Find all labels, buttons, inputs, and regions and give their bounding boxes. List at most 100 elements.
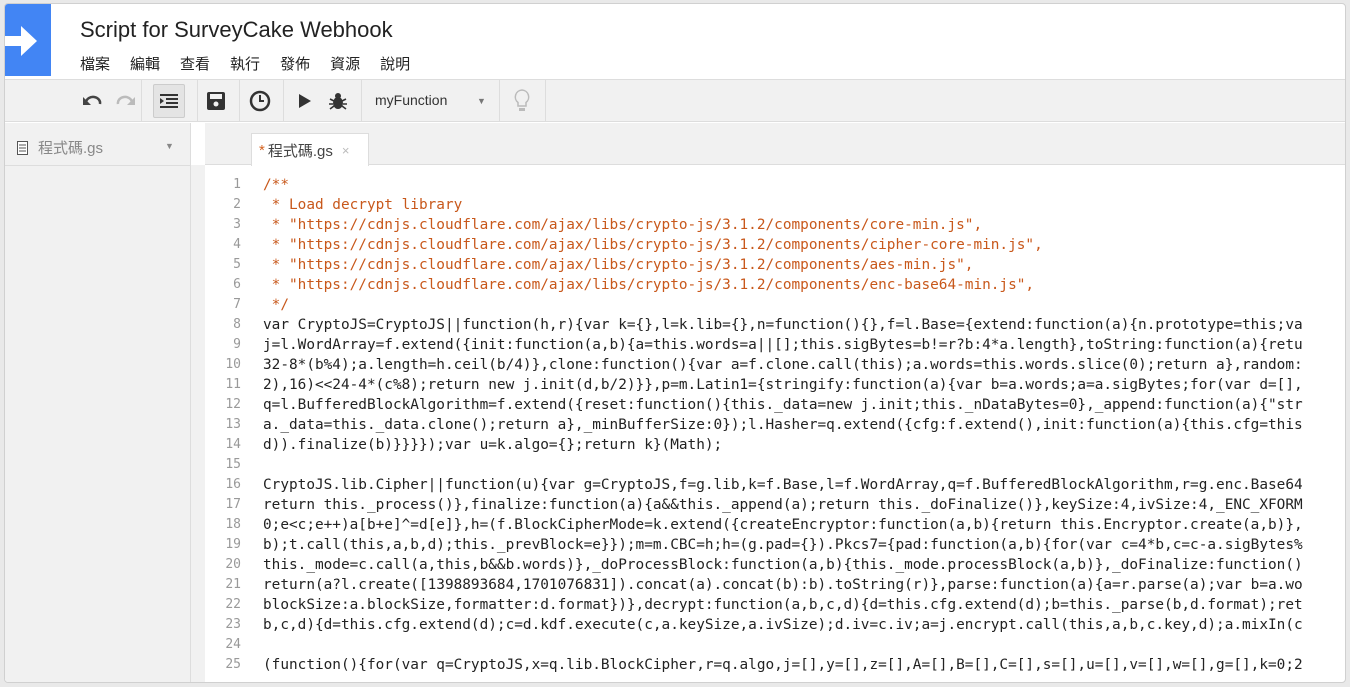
code-line[interactable]: 22 blockSize:a.blockSize,formatter:d.form… — [205, 595, 1345, 615]
code-line[interactable]: 7 */ — [205, 295, 1345, 315]
code-line[interactable]: 17 return this._process()},finalize:funct… — [205, 495, 1345, 515]
menu-file[interactable]: 檔案 — [80, 53, 110, 74]
line-number: 2 — [233, 197, 241, 212]
line-number: 9 — [233, 337, 241, 352]
code-text: * "https://cdnjs.cloudflare.com/ajax/lib… — [263, 277, 1035, 293]
line-number: 19 — [225, 537, 241, 552]
indent-icon[interactable] — [153, 84, 185, 118]
code-text: return(a?l.create([1398893684,1701076831… — [263, 577, 1303, 593]
line-number: 12 — [225, 397, 241, 412]
code-text: 0;e<c;e++)a[b+e]^=d[e]},h=(f.BlockCipher… — [263, 517, 1303, 533]
line-number: 22 — [225, 597, 241, 612]
menu-run[interactable]: 執行 — [230, 53, 260, 74]
document-icon — [17, 140, 28, 155]
code-text: CryptoJS.lib.Cipher||function(u){var g=C… — [263, 477, 1303, 493]
code-line[interactable]: 2 * Load decrypt library — [205, 195, 1345, 215]
redo-icon[interactable] — [111, 80, 139, 122]
line-number: 23 — [225, 617, 241, 632]
code-text: b);t.call(this,a,b,d);this._prevBlock=e}… — [263, 537, 1303, 553]
close-icon[interactable]: × — [342, 143, 350, 158]
editor-window: Script for SurveyCake Webhook 檔案 編輯 查看 執… — [4, 3, 1346, 683]
line-number: 5 — [233, 257, 241, 272]
code-line[interactable]: 24 — [205, 635, 1345, 655]
code-text: var CryptoJS=CryptoJS||function(h,r){var… — [263, 317, 1303, 333]
menu-publish[interactable]: 發佈 — [280, 53, 310, 74]
line-number: 14 — [225, 437, 241, 452]
code-text: 32-8*(b%4);a.length=h.ceil(b/4)},clone:f… — [263, 357, 1303, 373]
code-line[interactable]: 10 32-8*(b%4);a.length=h.ceil(b/4)},clone… — [205, 355, 1345, 375]
code-line[interactable]: 14 d)).finalize(b)}}}});var u=k.algo={};r… — [205, 435, 1345, 455]
code-text: a._data=this._data.clone();return a},_mi… — [263, 417, 1303, 433]
code-line[interactable]: 11 2),16)<<24-4*(c%8);return new j.init(d… — [205, 375, 1345, 395]
line-number: 24 — [225, 637, 241, 652]
chevron-down-icon[interactable]: ▼ — [477, 96, 486, 106]
lightbulb-icon[interactable] — [507, 80, 537, 122]
unsaved-marker: * — [259, 141, 265, 159]
code-line[interactable]: 20 this._mode=c.call(a,this,b&&b.words)},… — [205, 555, 1345, 575]
line-number: 15 — [225, 457, 241, 472]
project-title[interactable]: Script for SurveyCake Webhook — [80, 17, 393, 43]
sidebar-file-item[interactable]: 程式碼.gs — [17, 137, 103, 158]
line-number: 16 — [225, 477, 241, 492]
undo-icon[interactable] — [79, 80, 107, 122]
code-line[interactable]: 4 * "https://cdnjs.cloudflare.com/ajax/l… — [205, 235, 1345, 255]
code-text: * "https://cdnjs.cloudflare.com/ajax/lib… — [263, 257, 974, 273]
code-text: j=l.WordArray=f.extend({init:function(a,… — [263, 337, 1303, 353]
code-line[interactable]: 25 (function(){for(var q=CryptoJS,x=q.lib… — [205, 655, 1345, 675]
code-line[interactable]: 3 * "https://cdnjs.cloudflare.com/ajax/l… — [205, 215, 1345, 235]
code-line[interactable]: 6 * "https://cdnjs.cloudflare.com/ajax/l… — [205, 275, 1345, 295]
code-text: * "https://cdnjs.cloudflare.com/ajax/lib… — [263, 217, 983, 233]
menu-view[interactable]: 查看 — [180, 53, 210, 74]
code-text: b,c,d){d=this.cfg.extend(d);c=d.kdf.exec… — [263, 617, 1303, 633]
code-line[interactable]: 21 return(a?l.create([1398893684,17010768… — [205, 575, 1345, 595]
line-number: 11 — [225, 377, 241, 392]
debug-icon[interactable] — [325, 80, 351, 122]
code-line[interactable]: 12 q=l.BufferedBlockAlgorithm=f.extend({r… — [205, 395, 1345, 415]
code-text: (function(){for(var q=CryptoJS,x=q.lib.B… — [263, 657, 1303, 673]
file-sidebar: 程式碼.gs ▼ — [5, 123, 191, 682]
code-text: * "https://cdnjs.cloudflare.com/ajax/lib… — [263, 237, 1043, 253]
code-line[interactable]: 5 * "https://cdnjs.cloudflare.com/ajax/l… — [205, 255, 1345, 275]
toolbar: myFunction ▼ — [5, 79, 1345, 122]
code-line[interactable]: 13 a._data=this._data.clone();return a},_… — [205, 415, 1345, 435]
code-line[interactable]: 8 var CryptoJS=CryptoJS||function(h,r){va… — [205, 315, 1345, 335]
code-line[interactable]: 18 0;e<c;e++)a[b+e]^=d[e]},h=(f.BlockCiph… — [205, 515, 1345, 535]
code-text: this._mode=c.call(a,this,b&&b.words)},_d… — [263, 557, 1303, 573]
code-text: * Load decrypt library — [263, 197, 463, 213]
menu-bar: 檔案 編輯 查看 執行 發佈 資源 說明 — [80, 53, 410, 74]
line-number: 20 — [225, 557, 241, 572]
menu-edit[interactable]: 編輯 — [130, 53, 160, 74]
code-line[interactable]: 15 — [205, 455, 1345, 475]
function-select[interactable]: myFunction — [375, 92, 447, 108]
line-number: 4 — [233, 237, 241, 252]
save-icon[interactable] — [201, 80, 231, 122]
tab-bar: * 程式碼.gs × — [205, 123, 1345, 166]
file-menu-chevron-icon[interactable]: ▼ — [165, 141, 174, 151]
code-text: blockSize:a.blockSize,formatter:d.format… — [263, 597, 1303, 613]
line-number: 7 — [233, 297, 241, 312]
menu-resources[interactable]: 資源 — [330, 53, 360, 74]
triggers-icon[interactable] — [245, 80, 275, 122]
line-number: 17 — [225, 497, 241, 512]
code-line[interactable]: 16 CryptoJS.lib.Cipher||function(u){var g… — [205, 475, 1345, 495]
code-line[interactable]: 1 /** — [205, 175, 1345, 195]
menu-help[interactable]: 說明 — [380, 53, 410, 74]
line-number: 8 — [233, 317, 241, 332]
code-text: return this._process()},finalize:functio… — [263, 497, 1303, 513]
line-number: 3 — [233, 217, 241, 232]
code-text: /** — [263, 177, 289, 193]
line-number: 18 — [225, 517, 241, 532]
tab-code-gs[interactable]: * 程式碼.gs × — [251, 133, 369, 166]
run-icon[interactable] — [293, 80, 317, 122]
code-line[interactable]: 23 b,c,d){d=this.cfg.extend(d);c=d.kdf.ex… — [205, 615, 1345, 635]
line-number: 13 — [225, 417, 241, 432]
code-line[interactable]: 9 j=l.WordArray=f.extend({init:function(a… — [205, 335, 1345, 355]
code-text: q=l.BufferedBlockAlgorithm=f.extend({res… — [263, 397, 1303, 413]
code-editor[interactable]: 1/** 2 * Load decrypt library 3 * "https:/… — [205, 175, 1345, 682]
code-text: d)).finalize(b)}}}});var u=k.algo={};ret… — [263, 437, 723, 453]
line-number: 25 — [225, 657, 241, 672]
code-line[interactable]: 19 b);t.call(this,a,b,d);this._prevBlock=… — [205, 535, 1345, 555]
apps-script-logo[interactable] — [5, 4, 51, 76]
